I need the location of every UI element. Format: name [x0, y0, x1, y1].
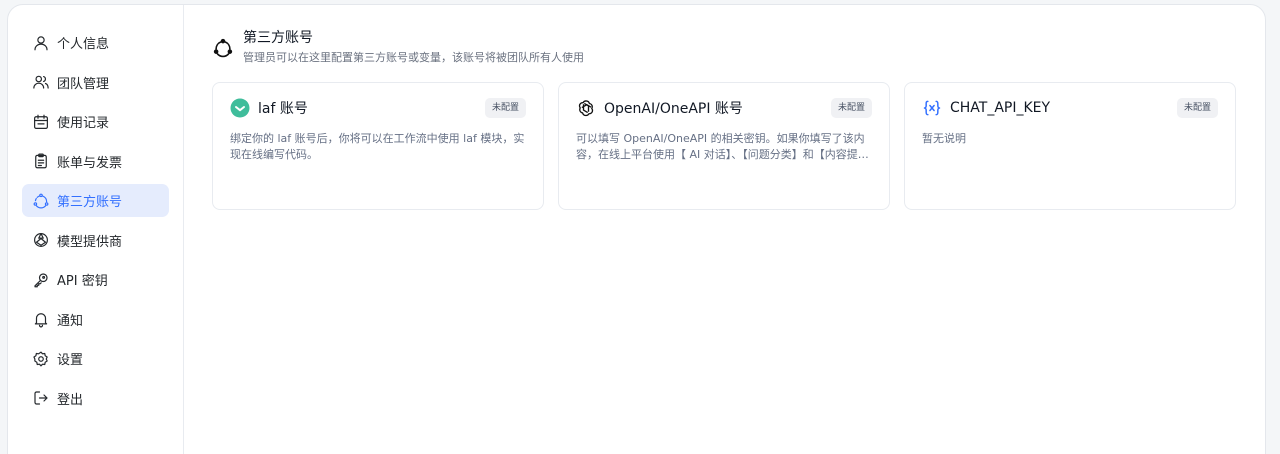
card-description: 绑定你的 laf 账号后，你将可以在工作流中使用 laf 模块，实现在线编写代码… — [230, 132, 525, 161]
openai-logo-icon — [576, 98, 596, 118]
sidebar-item-label: 账单与发票 — [57, 155, 123, 171]
model-icon — [32, 231, 50, 249]
openai-account-card[interactable]: OpenAI/OneAPI 账号 未配置 可以填写 OpenAI/OneAPI … — [558, 82, 890, 210]
page-header: 第三方账号 管理员可以在这里配置第三方账号或变量，该账号将被团队所有人使用 — [212, 29, 1237, 65]
laf-account-card[interactable]: laf 账号 未配置 绑定你的 laf 账号后，你将可以在工作流中使用 laf … — [212, 82, 544, 210]
sidebar-item-notify[interactable]: 通知 — [22, 303, 169, 336]
triangle-dots-icon — [212, 37, 234, 59]
gear-icon — [32, 350, 50, 368]
sidebar-item-usage[interactable]: 使用记录 — [22, 105, 169, 138]
sidebar-item-label: 个人信息 — [57, 37, 110, 52]
sidebar-item-model-provider[interactable]: 模型提供商 — [22, 224, 169, 257]
card-description: 暂无说明 — [922, 132, 966, 145]
status-badge: 未配置 — [1176, 98, 1218, 118]
page-description: 管理员可以在这里配置第三方账号或变量，该账号将被团队所有人使用 — [243, 51, 584, 64]
sidebar-item-label: API 密钥 — [57, 274, 108, 289]
variable-icon — [922, 98, 942, 118]
sidebar-item-label: 第三方账号 — [57, 195, 123, 210]
team-icon — [32, 73, 50, 91]
sidebar-item-third-party[interactable]: 第三方账号 — [22, 184, 169, 217]
key-icon — [32, 271, 50, 289]
account-cards: laf 账号 未配置 绑定你的 laf 账号后，你将可以在工作流中使用 laf … — [212, 82, 1237, 210]
sidebar-item-api-key[interactable]: API 密钥 — [22, 263, 169, 296]
card-title: CHAT_API_KEY — [950, 100, 1051, 116]
logout-icon — [32, 389, 50, 407]
triangle-dots-icon — [32, 192, 50, 210]
sidebar-item-label: 登出 — [57, 392, 84, 408]
sidebar-item-label: 设置 — [57, 353, 84, 368]
sidebar-item-label: 模型提供商 — [57, 234, 123, 250]
app-window: 个人信息 团队管理 使用记录 账单与发票 第三方账号 模型提供商 API 密钥 — [7, 4, 1266, 454]
card-title: laf 账号 — [258, 101, 308, 117]
sidebar-item-profile[interactable]: 个人信息 — [22, 26, 169, 59]
page-title: 第三方账号 — [243, 30, 313, 46]
sidebar-item-team[interactable]: 团队管理 — [22, 66, 169, 99]
sidebar-item-label: 团队管理 — [57, 76, 110, 92]
status-badge: 未配置 — [484, 98, 526, 118]
user-icon — [32, 34, 50, 52]
sidebar-item-settings[interactable]: 设置 — [22, 342, 169, 375]
card-title: OpenAI/OneAPI 账号 — [604, 101, 743, 117]
chat-api-key-card[interactable]: CHAT_API_KEY 未配置 暂无说明 — [904, 82, 1236, 210]
sidebar-item-label: 使用记录 — [57, 116, 110, 131]
sidebar-item-label: 通知 — [57, 313, 84, 329]
sidebar: 个人信息 团队管理 使用记录 账单与发票 第三方账号 模型提供商 API 密钥 — [8, 5, 184, 454]
laf-logo-icon — [230, 98, 250, 118]
status-badge: 未配置 — [830, 98, 872, 118]
sidebar-item-logout[interactable]: 登出 — [22, 382, 169, 415]
clipboard-icon — [32, 152, 50, 170]
bell-icon — [32, 310, 50, 328]
main-content: 第三方账号 管理员可以在这里配置第三方账号或变量，该账号将被团队所有人使用 la… — [184, 5, 1265, 454]
calendar-icon — [32, 113, 50, 131]
sidebar-item-billing[interactable]: 账单与发票 — [22, 145, 169, 178]
card-description: 可以填写 OpenAI/OneAPI 的相关密钥。如果你填写了该内容，在线上平台… — [576, 132, 865, 161]
